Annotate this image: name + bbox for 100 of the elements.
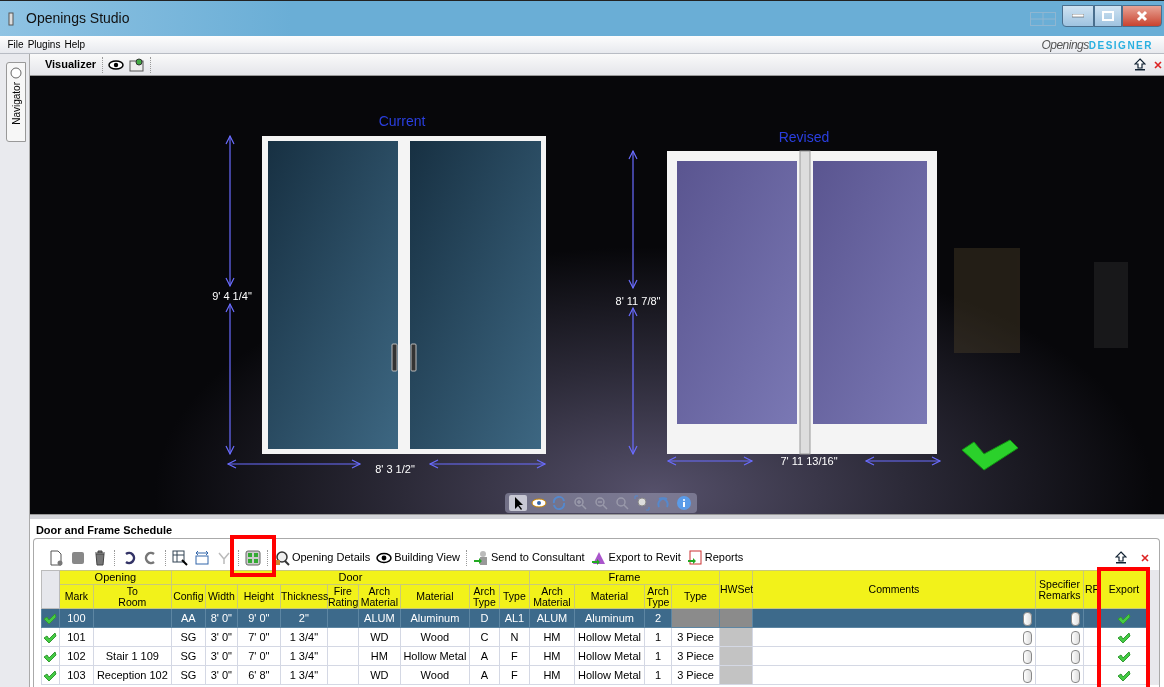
note-icon[interactable] [1023, 668, 1032, 683]
eye-icon[interactable] [108, 59, 125, 70]
table-cell: 7' 0" [237, 646, 281, 666]
table-cell: F [499, 665, 530, 685]
document-icon[interactable] [47, 549, 64, 566]
maximize-icon [1102, 11, 1114, 21]
table-cell: 1 3/4" [280, 646, 328, 666]
scrollbar[interactable] [1148, 570, 1159, 685]
table-cell: Hollow Metal [400, 646, 470, 666]
dimension-label: 8' 11 7/8" [615, 295, 661, 307]
door-caption: Revised [778, 129, 830, 145]
table-row[interactable]: 103 Reception 102 SG 3' 0" 6' 8" 1 3/4" WD Wood A F HM Hollow Metal 1 3 Piece [41, 665, 1148, 685]
table-row[interactable]: 102 Stair 1 109 SG 3' 0" 7' 0" 1 3/4" HM Hollow Metal A F HM Hollow Metal 1 3 Piece [41, 646, 1148, 666]
table-cell: 103 [59, 665, 94, 685]
table-cell: 1 [644, 627, 672, 647]
table-cell: 7' 0" [237, 627, 281, 647]
menu-item[interactable]: Plugins [25, 37, 63, 52]
table-cell: Stair 1 109 [93, 646, 172, 666]
column-group-header: Opening [59, 570, 172, 585]
report-icon [686, 549, 703, 566]
note-icon[interactable] [1071, 630, 1080, 645]
table-cell: 1 3/4" [280, 665, 328, 685]
table-cell: 3 Piece [671, 646, 720, 666]
toolbar-button[interactable]: Reports [686, 549, 744, 566]
maximize-button[interactable] [1094, 5, 1122, 27]
dimension-label: 7' 11 13/16" [780, 455, 838, 467]
table-cell: 3' 0" [205, 646, 238, 666]
navigator-tab[interactable]: Navigator [6, 62, 26, 142]
logo: OpeningsDESIGNER [1041, 36, 1153, 54]
search-icon [273, 549, 290, 566]
person-arrow-icon [473, 549, 489, 566]
table-cell: 3' 0" [205, 665, 238, 685]
table-cell: N [499, 627, 530, 647]
window-title: Openings Studio [26, 9, 130, 28]
column-header[interactable]: Specifier Remarks [1035, 570, 1084, 609]
note-icon[interactable] [1023, 649, 1032, 664]
note-icon[interactable] [1071, 611, 1080, 626]
note-icon[interactable] [1071, 668, 1080, 683]
menu-item[interactable]: Help [62, 37, 87, 52]
toolbar-button[interactable]: Send to Consultant [473, 549, 585, 566]
table-edit-icon[interactable] [171, 549, 188, 566]
minimize-button[interactable] [1062, 5, 1094, 27]
table-cell: SG [171, 646, 206, 666]
table-cell: 1 [644, 665, 672, 685]
table-cell: Wood [400, 627, 470, 647]
table-cell: Hollow Metal [574, 627, 645, 647]
screen-icon[interactable] [129, 57, 145, 72]
table-cell: 3 Piece [671, 627, 720, 647]
check-icon[interactable] [1117, 669, 1131, 682]
table-cell: Hollow Metal [574, 646, 645, 666]
pin-icon[interactable] [1134, 58, 1146, 71]
corner-cell [41, 570, 60, 609]
check-icon[interactable] [1117, 650, 1131, 663]
table-cell: 1 [644, 646, 672, 666]
table-cell: HM [358, 646, 401, 666]
info-icon[interactable] [676, 495, 692, 511]
close-icon[interactable] [1141, 553, 1149, 562]
table-cell: WD [358, 665, 401, 685]
toolbar-button[interactable]: Building View [376, 549, 460, 566]
column-group-header: Frame [529, 570, 720, 585]
table-row[interactable]: 101 SG 3' 0" 7' 0" 1 3/4" WD Wood C N HM Hollow Metal 1 3 Piece [41, 627, 1148, 647]
table-cell: SG [171, 627, 206, 647]
close-button[interactable] [1122, 5, 1162, 27]
table-cell: C [469, 627, 500, 647]
save-icon[interactable] [69, 549, 86, 566]
table-cell: HM [529, 646, 575, 666]
column-group-header: Door [171, 570, 530, 585]
table-cell: SG [171, 665, 206, 685]
table-cell: 102 [59, 646, 94, 666]
table-cell: WD [358, 627, 401, 647]
table-cell: HM [529, 627, 575, 647]
zoom-extents-icon[interactable] [634, 495, 651, 511]
table-cell: Reception 102 [93, 665, 172, 685]
note-icon[interactable] [1023, 611, 1032, 626]
column-header[interactable]: Comments [752, 570, 1036, 609]
note-icon[interactable] [1023, 630, 1032, 645]
table-cell: 6' 8" [237, 665, 281, 685]
table-row[interactable]: 100 AA 8' 0" 9' 0" 2" ALUM Aluminum D AL1 ALUM Aluminum 2 [41, 608, 1148, 628]
column-header[interactable]: HWSet [719, 570, 753, 609]
pin-icon[interactable] [1115, 551, 1127, 564]
toolbar-button[interactable]: Export to Revit [590, 549, 681, 566]
grid-icon[interactable] [244, 549, 261, 566]
close-icon [1136, 10, 1148, 22]
check-icon[interactable] [1117, 631, 1131, 644]
note-icon[interactable] [1071, 649, 1080, 664]
dimension-label: 8' 3 1/2" [375, 463, 415, 475]
toolbar-button[interactable]: Opening Details [273, 549, 371, 566]
close-icon[interactable] [1154, 60, 1162, 69]
menu-item[interactable]: File [5, 37, 26, 52]
resize-columns-icon[interactable] [193, 549, 210, 566]
door-caption: Current [378, 113, 426, 129]
check-icon[interactable] [1117, 612, 1131, 625]
check-icon [961, 439, 1019, 471]
table-cell: Wood [400, 665, 470, 685]
table-cell: F [499, 646, 530, 666]
table-cell: 1 3/4" [280, 627, 328, 647]
app-icon [8, 11, 14, 26]
minimize-icon [1072, 14, 1084, 18]
compass-icon [10, 67, 22, 79]
table-cell: HM [529, 665, 575, 685]
